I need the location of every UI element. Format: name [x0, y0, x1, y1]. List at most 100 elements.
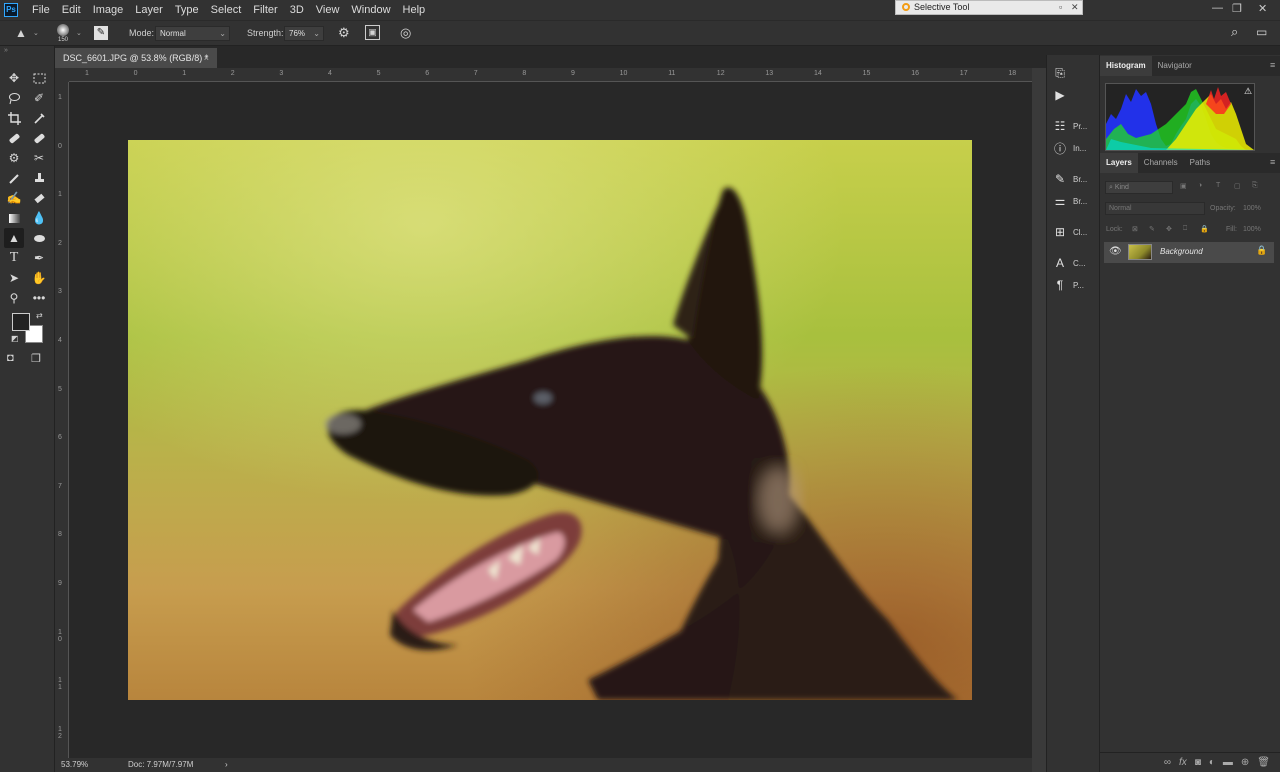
zoom-tool-icon[interactable]: ⚲	[5, 289, 23, 307]
clone-source-panel-button[interactable]: ⊞ Cl...	[1053, 224, 1087, 240]
menu-image[interactable]: Image	[87, 0, 130, 20]
pressure-icon[interactable]: ◎	[400, 25, 411, 41]
tab-channels[interactable]: Channels	[1138, 153, 1184, 173]
add-mask-icon[interactable]: ◙	[1195, 757, 1201, 768]
search-icon[interactable]: ⌕	[1231, 24, 1238, 40]
character-panel-button[interactable]: A C...	[1053, 255, 1085, 271]
hand-tool-icon[interactable]: ✋	[30, 269, 48, 287]
layers-panel-menu-icon[interactable]: ≡	[1270, 157, 1275, 167]
lasso-tool-icon[interactable]	[5, 89, 23, 107]
menu-view[interactable]: View	[310, 0, 346, 20]
eraser-tool-icon[interactable]	[30, 189, 48, 207]
menu-select[interactable]: Select	[205, 0, 248, 20]
layer-lock-icon[interactable]: 🔒	[1256, 245, 1267, 256]
brush-settings-panel-button[interactable]: ⚌ Br...	[1053, 193, 1088, 209]
type-tool-icon[interactable]: T	[5, 249, 23, 267]
tool-preset-chevron-icon[interactable]: ⌄	[33, 29, 39, 37]
menu-file[interactable]: File	[26, 0, 56, 20]
clone-stamp-tool-icon[interactable]	[30, 169, 48, 187]
horizontal-ruler[interactable]: 1 0 1 2 3 4 5 6 7 8 9 10 11 12 13 14 15 16 17 18	[69, 68, 1032, 82]
vertical-scrollbar[interactable]	[1032, 68, 1046, 772]
tab-paths[interactable]: Paths	[1184, 153, 1216, 173]
minimize-icon[interactable]: —	[1212, 2, 1223, 14]
layer-name[interactable]: Background	[1160, 247, 1203, 256]
window-close-icon[interactable]: ✕	[1258, 2, 1267, 15]
filter-kind-select[interactable]: ⌕ Kind	[1105, 181, 1173, 194]
maximize-icon[interactable]: ❐	[1232, 2, 1242, 15]
delete-layer-icon[interactable]: 🗑	[1257, 757, 1270, 768]
lock-position-icon[interactable]: ✥	[1166, 225, 1172, 233]
filter-smart-object-icon[interactable]: ⎘	[1252, 182, 1258, 190]
blur-tool-icon[interactable]: 💧	[30, 209, 48, 227]
link-layers-icon[interactable]: ∞	[1164, 757, 1171, 768]
red-eye-tool-icon[interactable]: ✂	[30, 149, 48, 167]
new-group-icon[interactable]: ▬	[1223, 757, 1233, 768]
properties-panel-button[interactable]: ☷ Pr...	[1053, 118, 1088, 134]
patch-tool-icon[interactable]	[30, 129, 48, 147]
dodge-tool-icon[interactable]	[30, 229, 48, 247]
filter-adjustment-icon[interactable]: ◑	[1198, 182, 1202, 189]
swap-colors-icon[interactable]: ⇄	[36, 311, 43, 320]
menu-edit[interactable]: Edit	[56, 0, 87, 20]
pen-tool-icon[interactable]: ✒	[30, 249, 48, 267]
marquee-tool-icon[interactable]	[30, 69, 48, 87]
content-aware-move-tool-icon[interactable]: ⚙	[5, 149, 23, 167]
gradient-tool-icon[interactable]	[5, 209, 23, 227]
fill-value[interactable]: 100%	[1243, 226, 1261, 233]
lock-image-icon[interactable]: ✎	[1149, 225, 1155, 233]
status-menu-arrow-icon[interactable]: ›	[225, 760, 228, 769]
more-tools-icon[interactable]: •••	[30, 289, 48, 307]
tab-layers[interactable]: Layers	[1100, 153, 1138, 173]
visibility-eye-icon[interactable]: 👁	[1109, 246, 1122, 257]
menu-type[interactable]: Type	[169, 0, 205, 20]
menu-layer[interactable]: Layer	[129, 0, 169, 20]
menu-filter[interactable]: Filter	[247, 0, 283, 20]
mode-select[interactable]: Normal ⌄	[155, 26, 230, 41]
close-document-icon[interactable]: ×	[204, 48, 209, 68]
lock-artboard-icon[interactable]: ⎕	[1183, 225, 1187, 233]
menu-window[interactable]: Window	[345, 0, 396, 20]
sample-all-layers-icon[interactable]: ⚙	[338, 25, 350, 41]
brush-preview-icon[interactable]	[57, 24, 69, 36]
eyedropper-tool-icon[interactable]	[30, 109, 48, 127]
default-colors-icon[interactable]: ◩	[11, 334, 19, 343]
layer-row-background[interactable]: 👁 Background 🔒	[1104, 242, 1274, 263]
tab-navigator[interactable]: Navigator	[1152, 56, 1198, 76]
filter-type-icon[interactable]: T	[1216, 182, 1220, 189]
opacity-value[interactable]: 100%	[1243, 205, 1261, 212]
blend-mode-select[interactable]: Normal	[1105, 202, 1205, 215]
menu-3d[interactable]: 3D	[284, 0, 310, 20]
brush-tool-icon[interactable]	[5, 169, 23, 187]
filter-pixel-icon[interactable]: ▣	[1180, 182, 1187, 190]
quick-mask-icon[interactable]: ◘	[7, 352, 14, 364]
paragraph-panel-button[interactable]: ¶ P...	[1053, 277, 1084, 293]
actions-panel-button[interactable]: ▶	[1053, 87, 1073, 103]
info-panel-button[interactable]: ⓘ In...	[1053, 140, 1086, 156]
panel-menu-icon[interactable]: ≡	[1270, 60, 1275, 70]
lock-all-icon[interactable]: 🔒	[1200, 225, 1209, 233]
crop-tool-icon[interactable]	[5, 109, 23, 127]
move-tool-icon[interactable]: ✥	[5, 69, 23, 87]
document-tab[interactable]: DSC_6601.JPG @ 53.8% (RGB/8) * ×	[55, 48, 217, 68]
lock-transparent-icon[interactable]: ⊠	[1132, 225, 1138, 233]
fx-icon[interactable]: fx	[1179, 757, 1187, 768]
path-selection-tool-icon[interactable]: ➤	[5, 269, 23, 287]
quick-selection-tool-icon[interactable]: ✐	[30, 89, 48, 107]
menu-help[interactable]: Help	[397, 0, 432, 20]
sharpen-tool-icon[interactable]: ▲	[15, 26, 27, 40]
foreground-color-swatch[interactable]	[12, 313, 30, 331]
selective-tool-window[interactable]: Selective Tool ▫ ✕	[895, 0, 1083, 15]
adjustment-layer-icon[interactable]: ◐	[1209, 757, 1215, 768]
zoom-level[interactable]: 53.79%	[61, 760, 88, 769]
brushes-panel-button[interactable]: ✎ Br...	[1053, 171, 1087, 187]
brush-picker-chevron-icon[interactable]: ⌄	[76, 29, 82, 37]
workspace-icon[interactable]: ▭	[1256, 25, 1267, 39]
history-panel-button[interactable]: ⎘	[1053, 65, 1073, 81]
close-icon[interactable]: ✕	[1071, 1, 1079, 14]
collapse-toolbar-icon[interactable]: »	[4, 47, 8, 54]
restore-icon[interactable]: ▫	[1059, 1, 1062, 14]
strength-input[interactable]: 76% ⌄	[284, 26, 324, 41]
tab-histogram[interactable]: Histogram	[1100, 56, 1152, 76]
sharpen-tool-active-icon[interactable]: ▲	[4, 228, 24, 248]
filter-shape-icon[interactable]: ▢	[1234, 182, 1241, 190]
